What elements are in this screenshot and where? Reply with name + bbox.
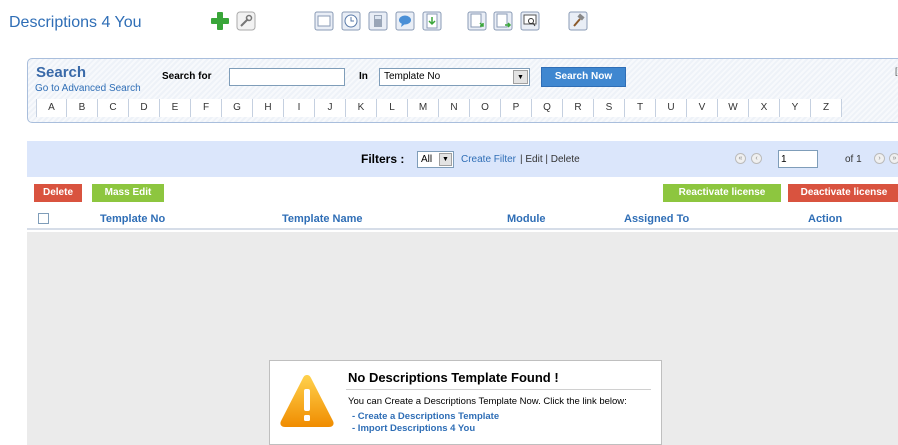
alphabet-letter-i[interactable]: I bbox=[284, 99, 315, 117]
wrench-icon[interactable] bbox=[234, 10, 258, 32]
no-records-notice: No Descriptions Template Found ! You can… bbox=[269, 360, 662, 445]
alphabet-letter-v[interactable]: V bbox=[687, 99, 718, 117]
mass-edit-button[interactable]: Mass Edit bbox=[92, 184, 164, 202]
page-title: Descriptions 4 You bbox=[9, 14, 142, 31]
last-page-icon[interactable]: » bbox=[889, 153, 898, 164]
notice-divider bbox=[346, 389, 651, 390]
alphabet-letter-d[interactable]: D bbox=[129, 99, 160, 117]
search-field-select[interactable]: Template No ▼ bbox=[379, 68, 530, 86]
add-icon[interactable] bbox=[208, 10, 232, 32]
calculator-icon[interactable] bbox=[366, 10, 390, 32]
first-page-icon[interactable]: « bbox=[735, 153, 746, 164]
alphabet-letter-a[interactable]: A bbox=[36, 99, 67, 117]
column-header-template-name[interactable]: Template Name bbox=[282, 213, 363, 225]
alphabet-letter-j[interactable]: J bbox=[315, 99, 346, 117]
alphabet-letter-o[interactable]: O bbox=[470, 99, 501, 117]
chat-icon[interactable] bbox=[393, 10, 417, 32]
notice-text: You can Create a Descriptions Template N… bbox=[348, 396, 627, 407]
next-page-icon[interactable]: › bbox=[874, 153, 885, 164]
search-field-value: Template No bbox=[384, 71, 441, 82]
window-icon[interactable] bbox=[312, 10, 336, 32]
in-label: In bbox=[359, 71, 368, 82]
create-template-link[interactable]: - Create a Descriptions Template bbox=[352, 411, 499, 422]
alphabet-letter-t[interactable]: T bbox=[625, 99, 656, 117]
filter-select[interactable]: All ▼ bbox=[417, 151, 454, 168]
page-number-input[interactable] bbox=[778, 150, 818, 168]
export-icon[interactable] bbox=[465, 10, 489, 32]
prev-page-icon[interactable]: ‹ bbox=[751, 153, 762, 164]
alphabet-letter-x[interactable]: X bbox=[749, 99, 780, 117]
clock-icon[interactable] bbox=[339, 10, 363, 32]
import-icon[interactable] bbox=[420, 10, 444, 32]
preview-icon[interactable] bbox=[518, 10, 542, 32]
settings-hammer-icon[interactable] bbox=[566, 10, 590, 32]
filters-label: Filters : bbox=[361, 152, 405, 166]
column-header-assigned-to[interactable]: Assigned To bbox=[624, 213, 689, 225]
chevron-down-icon[interactable]: ▼ bbox=[439, 153, 452, 166]
warning-icon bbox=[278, 371, 336, 434]
reactivate-license-button[interactable]: Reactivate license bbox=[663, 184, 781, 202]
alphabet-letter-u[interactable]: U bbox=[656, 99, 687, 117]
search-now-button[interactable]: Search Now bbox=[541, 67, 626, 87]
filter-select-value: All bbox=[421, 154, 433, 165]
alphabet-letter-r[interactable]: R bbox=[563, 99, 594, 117]
column-header-action: Action bbox=[808, 213, 843, 225]
deactivate-license-button[interactable]: Deactivate license bbox=[788, 184, 898, 202]
alphabet-letter-y[interactable]: Y bbox=[780, 99, 811, 117]
create-filter-link[interactable]: Create Filter bbox=[461, 154, 516, 165]
alphabet-letter-b[interactable]: B bbox=[67, 99, 98, 117]
advanced-search-link[interactable]: Go to Advanced Search bbox=[35, 83, 141, 94]
table-header: Template No Template Name Module Assigne… bbox=[27, 208, 898, 230]
page-count: of 1 bbox=[845, 154, 862, 165]
alphabet-letter-n[interactable]: N bbox=[439, 99, 470, 117]
alphabet-letter-h[interactable]: H bbox=[253, 99, 284, 117]
alphabet-letter-s[interactable]: S bbox=[594, 99, 625, 117]
column-header-template-no[interactable]: Template No bbox=[100, 213, 165, 225]
export-alt-icon[interactable] bbox=[491, 10, 515, 32]
chevron-down-icon[interactable]: ▼ bbox=[513, 70, 528, 84]
alphabet-letter-f[interactable]: F bbox=[191, 99, 222, 117]
search-panel: Search Go to Advanced Search Search for … bbox=[27, 58, 898, 123]
alphabet-letter-e[interactable]: E bbox=[160, 99, 191, 117]
filters-bar: Filters : All ▼ Create Filter | Edit | D… bbox=[27, 141, 898, 177]
search-for-label: Search for bbox=[162, 71, 212, 82]
alphabet-letter-g[interactable]: G bbox=[222, 99, 253, 117]
import-template-link[interactable]: - Import Descriptions 4 You bbox=[352, 423, 475, 434]
search-input[interactable] bbox=[229, 68, 345, 86]
search-heading: Search bbox=[36, 64, 87, 81]
alphabet-letter-w[interactable]: W bbox=[718, 99, 749, 117]
delete-button[interactable]: Delete bbox=[34, 184, 82, 202]
select-all-checkbox[interactable] bbox=[38, 213, 49, 224]
alphabet-letter-k[interactable]: K bbox=[346, 99, 377, 117]
notice-title: No Descriptions Template Found ! bbox=[348, 370, 559, 385]
alphabet-letter-m[interactable]: M bbox=[408, 99, 439, 117]
alphabet-filter: ABCDEFGHIJKLMNOPQRSTUVWXYZ bbox=[36, 99, 842, 117]
alphabet-letter-c[interactable]: C bbox=[98, 99, 129, 117]
edit-delete-links[interactable]: | Edit | Delete bbox=[520, 154, 580, 165]
alphabet-letter-l[interactable]: L bbox=[377, 99, 408, 117]
alphabet-letter-q[interactable]: Q bbox=[532, 99, 563, 117]
alphabet-letter-z[interactable]: Z bbox=[811, 99, 842, 117]
alphabet-letter-p[interactable]: P bbox=[501, 99, 532, 117]
column-header-module[interactable]: Module bbox=[507, 213, 546, 225]
